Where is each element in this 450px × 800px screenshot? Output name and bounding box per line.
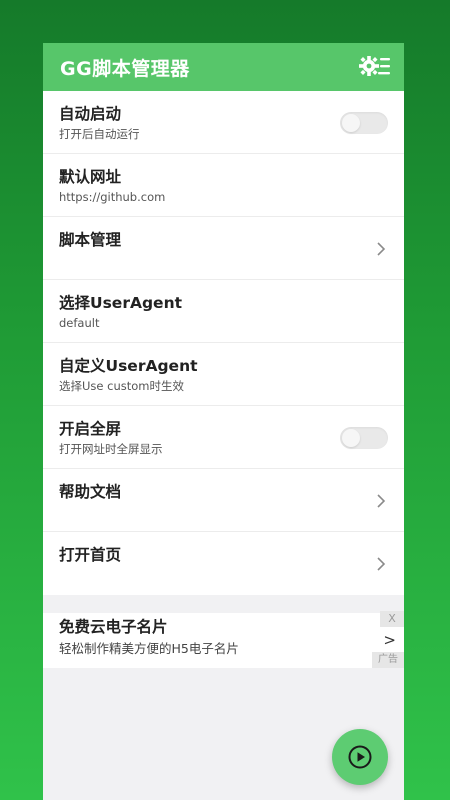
app-window: GG脚本管理器 自动启动 打开后自动运行 默认网址 https://github… — [43, 43, 404, 800]
setting-title: 开启全屏 — [59, 420, 122, 438]
setting-auto-start[interactable]: 自动启动 打开后自动运行 — [43, 91, 404, 154]
setting-title: 自定义UserAgent — [59, 357, 198, 375]
chevron-right-icon — [377, 242, 386, 256]
toggle-knob — [342, 114, 360, 132]
settings-list: 自动启动 打开后自动运行 默认网址 https://github.com 脚本管… — [43, 91, 404, 595]
app-title: GG脚本管理器 — [60, 57, 190, 80]
setting-custom-user-agent[interactable]: 自定义UserAgent 选择Use custom时生效 — [43, 343, 404, 406]
chevron-right-icon — [377, 557, 386, 571]
setting-subtitle: 打开网址时全屏显示 — [59, 442, 163, 456]
ad-description: 轻松制作精美方便的H5电子名片 — [59, 641, 239, 656]
setting-title: 帮助文档 — [59, 483, 122, 501]
setting-subtitle: 打开后自动运行 — [59, 127, 140, 141]
setting-title: 打开首页 — [59, 546, 122, 564]
setting-subtitle: https://github.com — [59, 190, 166, 204]
auto-start-toggle[interactable] — [340, 112, 388, 134]
setting-title: 自动启动 — [59, 105, 122, 123]
ad-title: 免费云电子名片 — [59, 618, 168, 636]
app-bar: GG脚本管理器 — [43, 43, 404, 91]
setting-select-user-agent[interactable]: 选择UserAgent default — [43, 280, 404, 343]
toggle-knob — [342, 429, 360, 447]
setting-script-management[interactable]: 脚本管理 — [43, 217, 404, 280]
setting-default-url[interactable]: 默认网址 https://github.com — [43, 154, 404, 217]
setting-title: 选择UserAgent — [59, 294, 183, 312]
play-circle-icon — [348, 745, 372, 769]
chevron-right-icon — [377, 494, 386, 508]
settings-menu-button[interactable] — [358, 52, 392, 82]
ad-arrow-button[interactable]: > — [383, 631, 396, 649]
setting-subtitle: default — [59, 316, 100, 330]
fullscreen-toggle[interactable] — [340, 427, 388, 449]
setting-help-docs[interactable]: 帮助文档 — [43, 469, 404, 532]
run-fab-button[interactable] — [332, 729, 388, 785]
setting-open-homepage[interactable]: 打开首页 — [43, 532, 404, 595]
setting-fullscreen[interactable]: 开启全屏 打开网址时全屏显示 — [43, 406, 404, 469]
settings-list-icon — [359, 56, 390, 76]
ad-label-badge: 广告 — [372, 652, 404, 668]
setting-title: 脚本管理 — [59, 231, 122, 249]
setting-subtitle: 选择Use custom时生效 — [59, 379, 184, 393]
setting-title: 默认网址 — [59, 168, 122, 186]
ad-banner[interactable]: 免费云电子名片 轻松制作精美方便的H5电子名片 X > 广告 — [43, 611, 404, 668]
ad-close-button[interactable]: X — [380, 611, 404, 627]
